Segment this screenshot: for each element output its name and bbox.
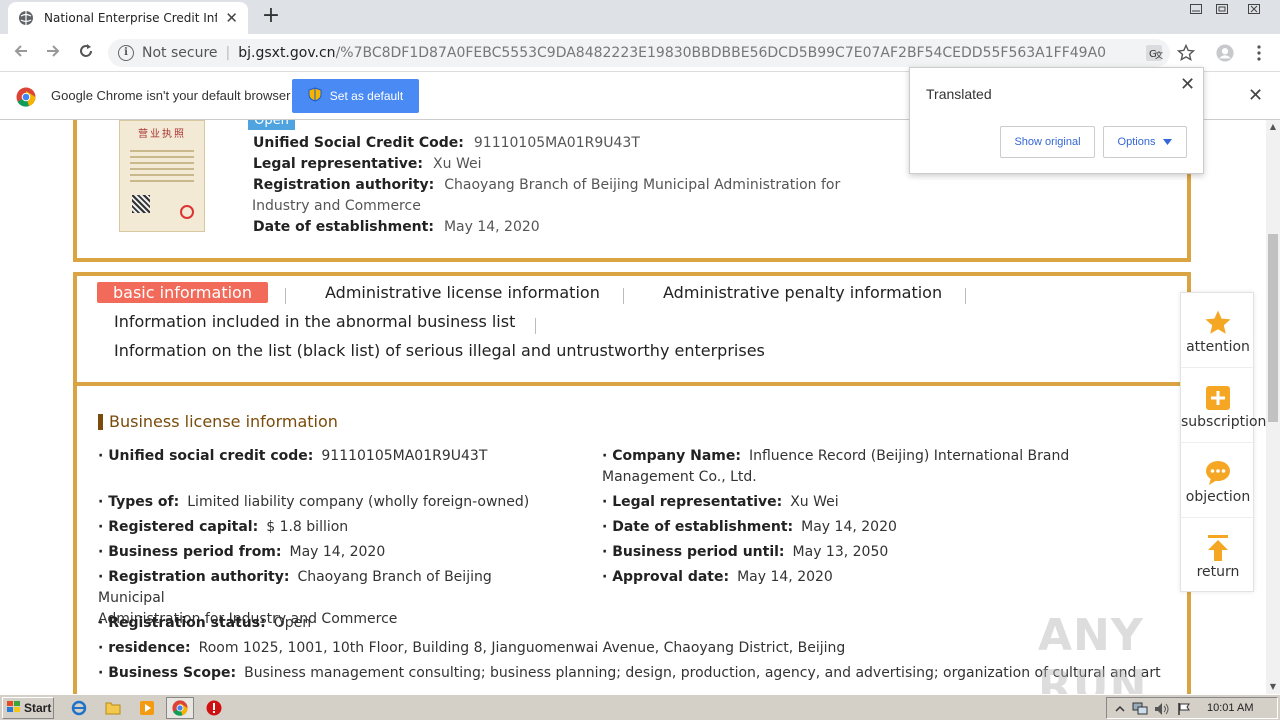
scroll-up-icon[interactable]: ▲ [1266, 120, 1280, 134]
business-license-image[interactable]: 营业执照 [119, 120, 205, 232]
chat-icon [1204, 459, 1232, 487]
tray-expand-icon[interactable] [1111, 700, 1129, 718]
translate-popup: Translated ✕ Show original Options [909, 67, 1204, 174]
page-content: 营业执照 Open Unified Social Credit Code: 911… [0, 120, 1266, 694]
forward-icon[interactable] [42, 42, 64, 64]
start-button[interactable]: Start [2, 697, 54, 719]
tab-administrative-license[interactable]: Administrative license information [325, 283, 600, 302]
plus-icon [1204, 384, 1232, 412]
scroll-thumb[interactable] [1268, 234, 1278, 422]
not-secure-label: Not secure [142, 45, 218, 61]
shield-icon [308, 87, 322, 105]
profile-avatar-icon[interactable] [1216, 44, 1234, 62]
infobar-close-icon[interactable]: ✕ [1248, 85, 1263, 106]
field-type: · Types of: Limited liability company (wh… [98, 494, 530, 510]
summary-reg-authority: Registration authority: Chaoyang Branch o… [253, 177, 841, 193]
field-credit-code: · Unified social credit code: 91110105MA0… [98, 448, 488, 464]
media-player-icon[interactable] [138, 699, 156, 717]
browser-tab[interactable]: National Enterprise Credit Information ✕ [8, 2, 248, 34]
section-title: Business license information [98, 412, 338, 431]
back-icon[interactable] [10, 42, 32, 64]
translate-title: Translated [926, 86, 992, 102]
field-status: · Registration status: Open [98, 615, 312, 631]
subscription-button[interactable]: subscription [1181, 368, 1266, 443]
tab-basic-information[interactable]: basic information [97, 282, 268, 303]
info-icon[interactable]: i [118, 45, 134, 61]
field-approval: · Approval date: May 14, 2020 [602, 569, 833, 585]
set-default-button[interactable]: Set as default [292, 79, 419, 113]
scroll-down-icon[interactable]: ▼ [1266, 680, 1280, 694]
side-action-panel: attention subscription objection return [1180, 292, 1266, 593]
field-period-from: · Business period from: May 14, 2020 [98, 544, 386, 560]
url-host: bj.gsxt.gov.cn [238, 45, 336, 61]
tab-abnormal-business-list[interactable]: Information included in the abnormal bus… [114, 312, 515, 331]
watermark: ANY RUN [1038, 610, 1148, 694]
seal-icon [180, 205, 194, 219]
chrome-taskbar-button[interactable] [166, 697, 194, 719]
bookmark-star-icon[interactable] [1177, 44, 1195, 62]
svg-text:文: 文 [1155, 50, 1163, 60]
info-tabs: basic information Administrative license… [77, 276, 1187, 386]
translate-options-button[interactable]: Options [1103, 126, 1187, 158]
qr-code-icon [132, 195, 150, 213]
field-period-until: · Business period until: May 13, 2050 [602, 544, 889, 560]
field-residence: · residence: Room 1025, 1001, 10th Floor,… [98, 640, 846, 656]
field-established: · Date of establishment: May 14, 2020 [602, 519, 897, 535]
return-button[interactable]: return [1181, 518, 1255, 593]
objection-button[interactable]: objection [1181, 443, 1255, 518]
tab-strip: National Enterprise Credit Information ✕… [0, 0, 1280, 34]
tab-title: National Enterprise Credit Information [44, 11, 218, 25]
tab-close-icon[interactable]: ✕ [225, 9, 238, 27]
globe-icon [18, 10, 34, 26]
license-header: 营业执照 [138, 129, 186, 140]
ie-icon[interactable] [70, 699, 88, 717]
minimize-button[interactable] [1182, 0, 1210, 18]
tab-administrative-penalty[interactable]: Administrative penalty information [663, 283, 942, 302]
field-company-name: · Company Name: Influence Record (Beijing… [602, 448, 1070, 485]
summary-credit-code: Unified Social Credit Code: 91110105MA01R… [253, 135, 640, 151]
summary-legal-rep: Legal representative: Xu Wei [253, 156, 482, 172]
dropdown-arrow-icon [1163, 136, 1173, 148]
taskbar: Start 10:01 AM [0, 694, 1280, 720]
status-badge: Open [248, 120, 295, 130]
volume-icon[interactable] [1153, 700, 1171, 718]
stop-sign-icon[interactable] [205, 699, 223, 717]
chrome-logo-icon [16, 87, 36, 111]
new-tab-button[interactable]: + [258, 4, 284, 30]
flag-icon[interactable] [1175, 700, 1193, 718]
windows-logo-icon [7, 700, 21, 716]
attention-button[interactable]: attention [1181, 293, 1255, 368]
clock: 10:01 AM [1207, 702, 1254, 714]
folder-icon[interactable] [104, 699, 122, 717]
field-legal-rep: · Legal representative: Xu Wei [602, 494, 839, 510]
reload-icon[interactable] [75, 42, 97, 64]
window-close-button[interactable] [1240, 0, 1268, 18]
network-icon[interactable] [1131, 700, 1149, 718]
url-divider: | [225, 45, 231, 61]
address-bar[interactable]: i Not secure | bj.gsxt.gov.cn /%7BC8DF1D… [108, 39, 1170, 67]
arrow-up-icon [1204, 534, 1232, 562]
url-path: /%7BC8DF1D87A0FEBC5553C9DA8482223E19830B… [335, 45, 1106, 61]
field-capital: · Registered capital: $ 1.8 billion [98, 519, 349, 535]
star-icon [1204, 309, 1232, 337]
summary-reg-authority-cont: Industry and Commerce [252, 198, 421, 214]
field-scope: · Business Scope: Business management con… [98, 665, 1161, 681]
vertical-scrollbar[interactable]: ▲ ▼ [1266, 120, 1280, 694]
section-bar [98, 413, 103, 430]
system-tray: 10:01 AM [1106, 697, 1278, 719]
set-default-label: Set as default [329, 89, 404, 103]
translate-icon[interactable]: G文 [1145, 44, 1163, 62]
translate-close-icon[interactable]: ✕ [1180, 74, 1195, 95]
infobar-message: Google Chrome isn't your default browser [51, 88, 291, 103]
menu-kebab-icon[interactable] [1250, 44, 1268, 62]
maximize-button[interactable] [1208, 0, 1236, 18]
summary-established: Date of establishment: May 14, 2020 [253, 219, 540, 235]
show-original-button[interactable]: Show original [1000, 126, 1095, 158]
tab-black-list[interactable]: Information on the list (black list) of … [114, 341, 765, 360]
